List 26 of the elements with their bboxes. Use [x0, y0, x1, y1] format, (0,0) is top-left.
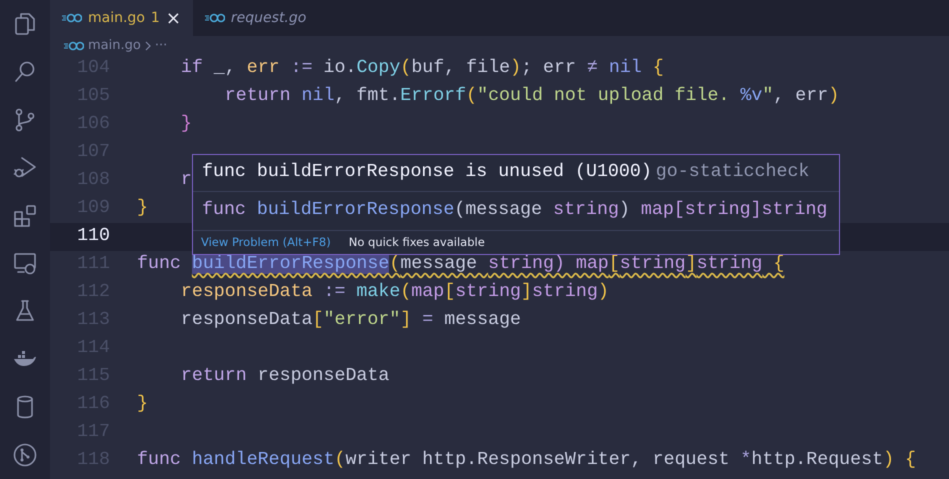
editor-tab[interactable]: main.go 1 × [50, 0, 193, 36]
code-line: } [137, 393, 148, 416]
code-line: return nil, fmt.Errorf("could not upload file. %v", err) [224, 85, 840, 108]
code-line: func handleRequest(writer http.ResponseWriter, request *http.Request) { [137, 449, 916, 472]
chevron-icon [144, 40, 151, 50]
code-line: responseData := make(map[string]string) [180, 281, 609, 304]
code-line: responseData["error"] = message [180, 309, 522, 332]
view-problem-link[interactable]: View Problem (Alt+F8) [201, 234, 331, 252]
code-line: } [180, 113, 192, 136]
close-icon[interactable]: × [166, 4, 181, 32]
code-line: r [180, 169, 192, 192]
code-line: } [137, 197, 148, 220]
breadcrumb-item[interactable]: main.go [88, 36, 141, 56]
code-line: return responseData [180, 365, 390, 388]
code-line: func buildErrorResponse(message string) map[string]string { [137, 253, 784, 276]
go-file-icon [64, 40, 84, 50]
code-line: if _, err := io.Copy(buf, file); err ≠ nil { [180, 57, 664, 80]
go-file-icon [62, 13, 82, 23]
status-text: No quick fixes available [348, 234, 485, 251]
go-file-icon [204, 13, 225, 23]
diagnostic-source: go-staticcheck [656, 161, 810, 184]
breadcrumb-item[interactable]: ··· [154, 36, 168, 56]
line-number: 110 [76, 225, 110, 248]
function-signature: func buildErrorResponse(message string) map[string]string [202, 199, 828, 222]
problem-count: 1 [150, 8, 160, 28]
diagnostic-message: func buildErrorResponse is unused (U1000) [202, 161, 652, 184]
